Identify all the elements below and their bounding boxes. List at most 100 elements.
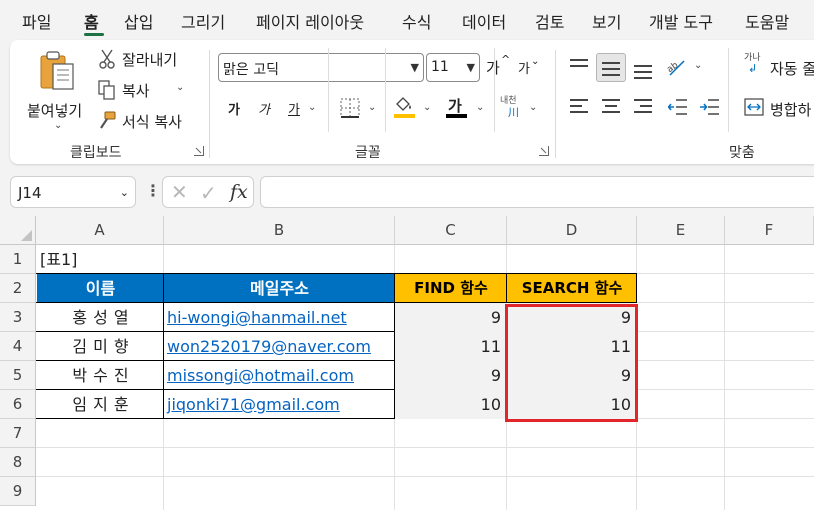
cell-email-link[interactable]: jiqonki71@gmail.com xyxy=(164,390,395,419)
tab-insert[interactable]: 삽입 xyxy=(124,9,153,33)
chevron-down-icon[interactable]: ⌄ xyxy=(54,120,62,131)
cell-find[interactable]: 9 xyxy=(395,303,507,332)
chevron-down-icon[interactable]: ⌄ xyxy=(694,60,702,71)
tab-home[interactable]: 홈 xyxy=(84,9,99,33)
row-header-1[interactable]: 1 xyxy=(0,245,36,274)
chevron-down-icon[interactable]: ⌄ xyxy=(176,82,184,93)
font-size-select[interactable]: 11 ▼ xyxy=(426,53,480,82)
decrease-indent-icon[interactable] xyxy=(668,98,688,116)
chevron-down-icon[interactable]: ⌄ xyxy=(368,102,376,113)
select-all-corner[interactable] xyxy=(0,216,36,245)
shrink-font-icon: 가 xyxy=(518,62,530,77)
more-options-icon[interactable]: ⋮ xyxy=(145,181,161,200)
font-dialog-launcher-icon[interactable] xyxy=(539,146,549,156)
chevron-down-icon[interactable]: ⌄ xyxy=(476,102,484,113)
align-middle-button[interactable] xyxy=(596,53,626,82)
bold-button[interactable]: 가 xyxy=(228,99,240,118)
chevron-down-icon[interactable]: ⌄ xyxy=(423,102,431,113)
cell-name[interactable]: 임지훈 xyxy=(37,390,164,419)
merge-cells-icon xyxy=(744,98,764,116)
phonetic-guide-button[interactable]: 내천 川 xyxy=(500,93,530,121)
fill-color-button[interactable] xyxy=(394,95,418,121)
format-painter-button[interactable]: 서식 복사 xyxy=(96,110,194,134)
grow-font-button[interactable]: 가 ^ xyxy=(486,53,510,78)
align-left-icon[interactable] xyxy=(570,99,588,117)
merge-center-button[interactable]: 병합하 xyxy=(744,95,814,121)
row-header-4[interactable]: 4 xyxy=(0,332,36,361)
cell-find[interactable]: 10 xyxy=(395,390,507,419)
align-right-icon[interactable] xyxy=(634,99,652,117)
align-top-icon[interactable] xyxy=(570,59,588,77)
orientation-icon[interactable]: ab xyxy=(666,57,688,77)
copy-button[interactable]: 복사 ⌄ xyxy=(96,79,194,103)
italic-button[interactable]: 가 xyxy=(258,99,270,118)
cell-name[interactable]: 박수진 xyxy=(37,361,164,390)
row-header-8[interactable]: 8 xyxy=(0,448,36,477)
align-bottom-icon[interactable] xyxy=(634,65,652,83)
table-border xyxy=(36,360,395,361)
insert-function-icon[interactable]: fx xyxy=(230,181,248,203)
cell-find[interactable]: 11 xyxy=(395,332,507,361)
row-header-7[interactable]: 7 xyxy=(0,419,36,448)
tab-developer[interactable]: 개발 도구 xyxy=(649,9,713,33)
cell-find[interactable]: 9 xyxy=(395,361,507,390)
header-name[interactable]: 이름 xyxy=(37,274,164,303)
row-header-3[interactable]: 3 xyxy=(0,303,36,332)
header-find[interactable]: FIND 함수 xyxy=(395,274,507,303)
tab-file[interactable]: 파일 xyxy=(22,9,51,33)
column-header-c[interactable]: C xyxy=(395,216,507,245)
tab-help[interactable]: 도움말 xyxy=(745,9,789,33)
paste-button[interactable]: 붙여넣기 ⌄ xyxy=(24,48,88,134)
table-border xyxy=(36,273,637,274)
table-title[interactable]: [표1] xyxy=(40,245,160,274)
column-header-e[interactable]: E xyxy=(637,216,725,245)
underline-button[interactable]: 가 xyxy=(288,99,300,118)
chevron-down-icon: ▼ xyxy=(466,61,475,74)
cut-button[interactable]: 잘라내기 xyxy=(96,48,194,72)
tab-formulas[interactable]: 수식 xyxy=(402,9,431,33)
cell-email-link[interactable]: missongi@hotmail.com xyxy=(164,361,395,390)
shrink-font-button[interactable]: 가 ⌄ xyxy=(518,56,542,78)
alignment-group-label: 맞춤 xyxy=(729,145,755,161)
menu-bar: 파일 홈 삽입 그리기 페이지 레이아웃 수식 데이터 검토 보기 개발 도구 … xyxy=(0,0,814,40)
formula-controls: ✕ ✓ fx xyxy=(162,176,254,208)
clipboard-dialog-launcher-icon[interactable] xyxy=(194,146,204,156)
cell-email-link[interactable]: won2520179@naver.com xyxy=(164,332,395,361)
tab-data[interactable]: 데이터 xyxy=(462,9,506,33)
row-header-5[interactable]: 5 xyxy=(0,361,36,390)
grow-font-icon: 가 xyxy=(486,59,500,77)
column-header-d[interactable]: D xyxy=(507,216,637,245)
cell-name[interactable]: 홍성열 xyxy=(37,303,164,332)
worksheet-grid[interactable]: A B C D E F 1 2 3 4 5 6 7 8 9 [표1] 이름 메일… xyxy=(0,216,814,510)
font-name-value: 맑은 고딕 xyxy=(223,62,279,78)
font-name-select[interactable]: 맑은 고딕 ▼ xyxy=(218,53,424,82)
tab-draw[interactable]: 그리기 xyxy=(181,9,225,33)
header-search[interactable]: SEARCH 함수 xyxy=(507,274,637,303)
name-box-value: J14 xyxy=(18,184,42,202)
row-header-6[interactable]: 6 xyxy=(0,390,36,419)
row-header-9[interactable]: 9 xyxy=(0,477,36,506)
formula-input[interactable] xyxy=(260,176,814,208)
column-header-a[interactable]: A xyxy=(36,216,164,245)
cell-name[interactable]: 김미향 xyxy=(37,332,164,361)
tab-view[interactable]: 보기 xyxy=(592,9,621,33)
cell-email-link[interactable]: hi-wongi@hanmail.net xyxy=(164,303,395,332)
highlight-box xyxy=(505,304,638,422)
column-header-f[interactable]: F xyxy=(725,216,814,245)
name-box[interactable]: J14 ⌄ xyxy=(10,176,136,208)
border-icon[interactable] xyxy=(340,98,360,118)
wrap-text-button[interactable]: 가나 ↲ 자동 줄 xyxy=(744,54,814,80)
cancel-icon[interactable]: ✕ xyxy=(171,180,188,204)
tab-page-layout[interactable]: 페이지 레이아웃 xyxy=(256,9,364,33)
check-icon[interactable]: ✓ xyxy=(200,181,217,205)
align-center-icon[interactable] xyxy=(602,99,620,117)
header-email[interactable]: 메일주소 xyxy=(164,274,395,303)
chevron-down-icon[interactable]: ⌄ xyxy=(308,102,316,113)
chevron-down-icon[interactable]: ⌄ xyxy=(529,102,537,113)
tab-review[interactable]: 검토 xyxy=(535,9,564,33)
row-header-2[interactable]: 2 xyxy=(0,274,36,303)
font-color-swatch xyxy=(446,114,467,118)
font-color-button[interactable]: 가 xyxy=(446,95,470,121)
increase-indent-icon[interactable] xyxy=(700,98,720,116)
column-header-b[interactable]: B xyxy=(164,216,395,245)
